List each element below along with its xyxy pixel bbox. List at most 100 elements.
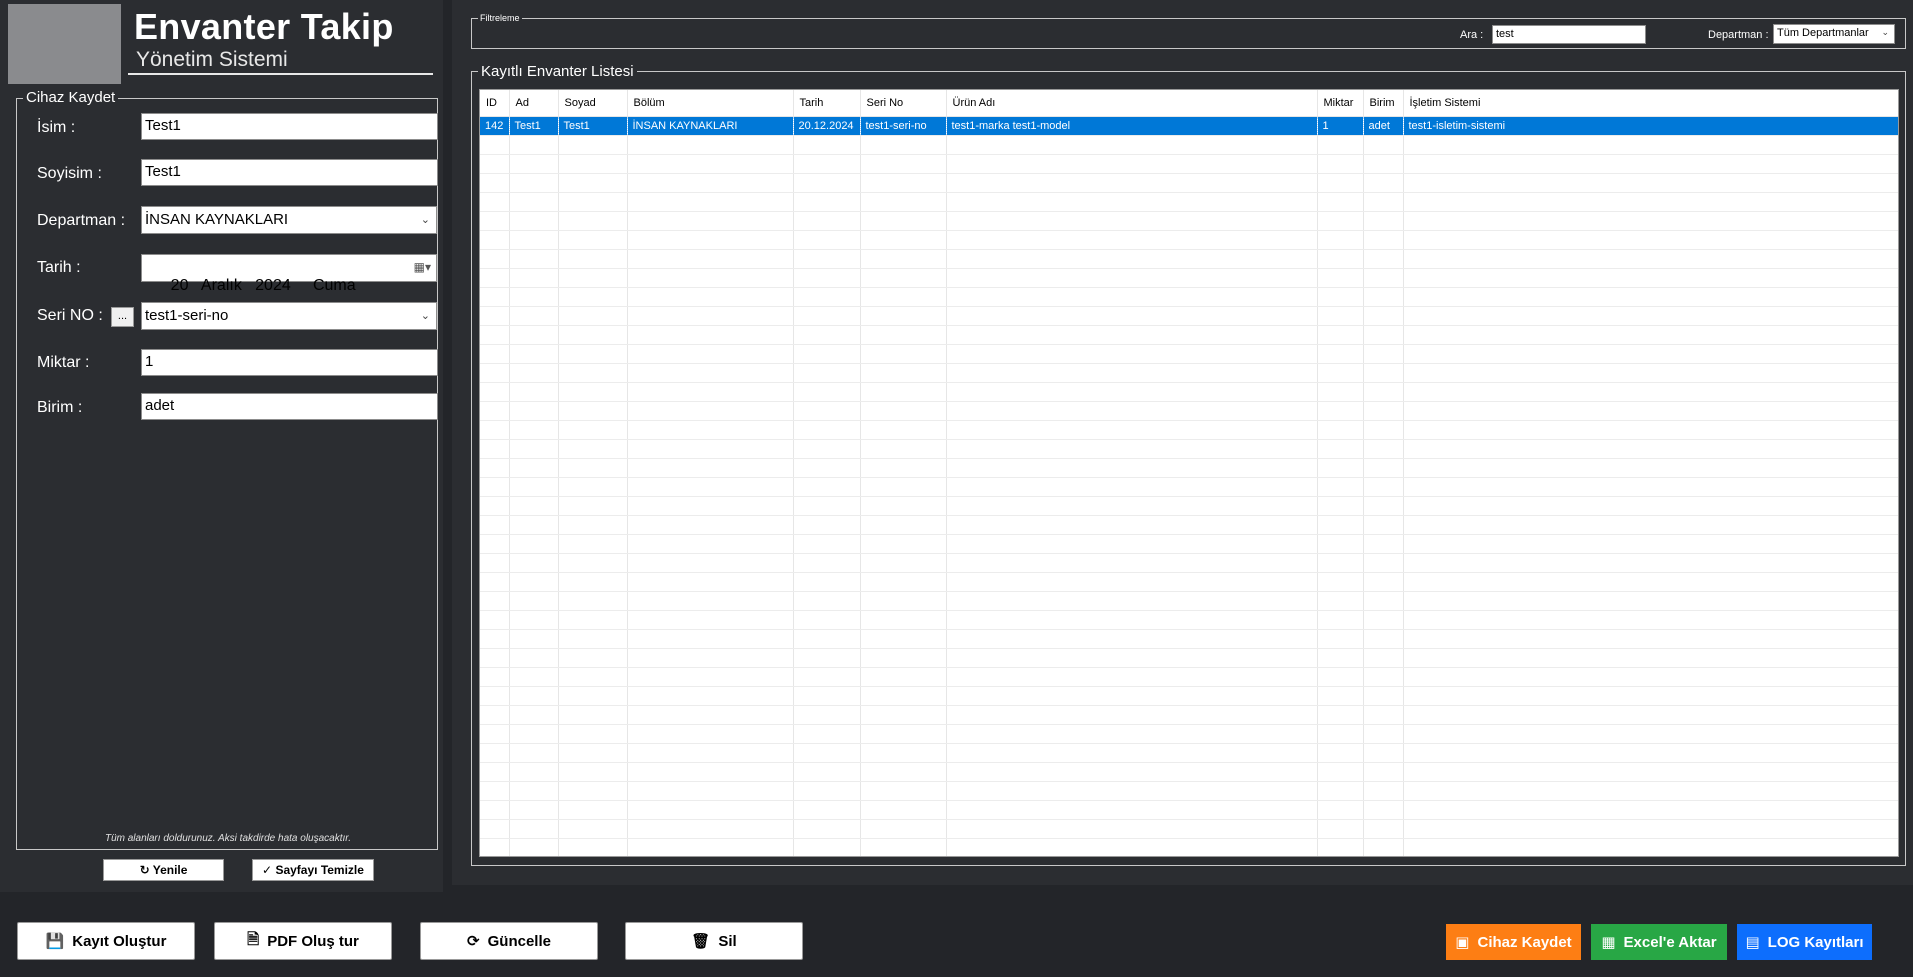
empty-cell xyxy=(480,325,510,345)
empty-cell xyxy=(558,230,628,250)
empty-cell xyxy=(558,135,628,155)
empty-cell xyxy=(480,819,510,839)
empty-cell xyxy=(860,439,947,459)
empty-cell xyxy=(480,800,510,820)
empty-cell xyxy=(1363,344,1404,364)
empty-cell xyxy=(793,610,861,630)
clear-page-button[interactable]: ✓ Sayfayı Temizle xyxy=(252,859,374,881)
empty-cell xyxy=(627,363,794,383)
empty-cell xyxy=(480,477,510,497)
empty-cell xyxy=(480,629,510,649)
empty-cell xyxy=(1403,135,1898,155)
empty-cell xyxy=(946,553,1318,573)
empty-row xyxy=(480,572,1898,592)
serial-browse-button[interactable]: ... xyxy=(111,307,134,327)
quantity-input[interactable]: 1 xyxy=(141,349,438,376)
empty-cell xyxy=(627,306,794,326)
empty-cell xyxy=(480,667,510,687)
column-header-department[interactable]: Bölüm xyxy=(627,90,794,117)
empty-cell xyxy=(1363,553,1404,573)
empty-cell xyxy=(946,800,1318,820)
empty-cell xyxy=(946,211,1318,231)
empty-cell xyxy=(480,496,510,516)
empty-cell xyxy=(1403,572,1898,592)
empty-cell xyxy=(509,838,559,856)
create-record-button[interactable]: 💾 Kayıt Oluştur xyxy=(17,922,195,960)
empty-cell xyxy=(946,591,1318,611)
refresh-button[interactable]: ↻ Yenile xyxy=(103,859,224,881)
unit-input[interactable]: adet xyxy=(141,393,438,420)
empty-row xyxy=(480,344,1898,364)
delete-button[interactable]: 🗑 Sil xyxy=(625,922,803,960)
empty-cell xyxy=(1363,249,1404,269)
name-label: İsim : xyxy=(37,119,76,136)
serial-select[interactable]: test1-seri-no ⌄ xyxy=(141,302,437,330)
empty-cell xyxy=(946,135,1318,155)
empty-cell xyxy=(1363,230,1404,250)
empty-cell xyxy=(627,724,794,744)
inventory-table: ID Ad Soyad Bölüm Tarih Seri No Ürün Adı… xyxy=(480,90,1898,856)
empty-cell xyxy=(627,268,794,288)
empty-cell xyxy=(1317,762,1364,782)
column-header-product[interactable]: Ürün Adı xyxy=(946,90,1318,117)
department-select[interactable]: İNSAN KAYNAKLARI ⌄ xyxy=(141,206,437,234)
empty-cell xyxy=(860,192,947,212)
empty-cell xyxy=(627,249,794,269)
update-button[interactable]: ⟳ Güncelle xyxy=(420,922,598,960)
surname-input[interactable]: Test1 xyxy=(141,159,438,186)
save-device-button[interactable]: ▣ Cihaz Kaydet xyxy=(1446,924,1581,960)
empty-cell xyxy=(1403,781,1898,801)
serial-select-value: test1-seri-no xyxy=(145,307,229,324)
table-row[interactable]: 142 Test1 Test1 İNSAN KAYNAKLARI 20.12.2… xyxy=(480,116,1898,136)
inventory-grid[interactable]: ID Ad Soyad Bölüm Tarih Seri No Ürün Adı… xyxy=(479,89,1899,857)
create-pdf-button[interactable]: 🗎 PDF Oluş tur xyxy=(214,922,392,960)
empty-cell xyxy=(558,192,628,212)
empty-cell xyxy=(480,705,510,725)
empty-cell xyxy=(860,838,947,856)
empty-cell xyxy=(627,743,794,763)
log-records-button[interactable]: ▤ LOG Kayıtları xyxy=(1737,924,1872,960)
column-header-unit[interactable]: Birim xyxy=(1363,90,1404,117)
empty-cell xyxy=(1403,173,1898,193)
column-header-surname[interactable]: Soyad xyxy=(558,90,628,117)
name-input[interactable]: Test1 xyxy=(141,113,438,140)
empty-cell xyxy=(480,838,510,856)
filter-department-select[interactable]: Tüm Departmanlar ⌄ xyxy=(1773,24,1895,44)
empty-cell xyxy=(558,306,628,326)
empty-cell xyxy=(1363,591,1404,611)
empty-cell xyxy=(1363,515,1404,535)
empty-cell xyxy=(1363,439,1404,459)
column-header-serial[interactable]: Seri No xyxy=(860,90,947,117)
empty-cell xyxy=(509,648,559,668)
empty-cell xyxy=(860,724,947,744)
column-header-name[interactable]: Ad xyxy=(509,90,559,117)
empty-cell xyxy=(558,173,628,193)
empty-cell xyxy=(480,553,510,573)
column-header-quantity[interactable]: Miktar xyxy=(1317,90,1364,117)
empty-cell xyxy=(509,686,559,706)
empty-cell xyxy=(1403,344,1898,364)
empty-cell xyxy=(509,743,559,763)
column-header-id[interactable]: ID xyxy=(480,90,510,117)
empty-cell xyxy=(509,173,559,193)
empty-cell xyxy=(860,819,947,839)
empty-cell xyxy=(1403,553,1898,573)
empty-cell xyxy=(1363,458,1404,478)
calendar-icon[interactable]: ▦▾ xyxy=(414,260,431,274)
empty-row xyxy=(480,515,1898,535)
empty-cell xyxy=(509,382,559,402)
export-excel-button[interactable]: ▦ Excel'e Aktar xyxy=(1591,924,1727,960)
search-input[interactable]: test xyxy=(1492,25,1646,44)
empty-cell xyxy=(509,629,559,649)
empty-cell xyxy=(558,648,628,668)
cell-name: Test1 xyxy=(509,116,559,136)
empty-cell xyxy=(1363,800,1404,820)
column-header-date[interactable]: Tarih xyxy=(793,90,861,117)
date-picker[interactable]: 20 Aralık 2024 Cuma ▦▾ xyxy=(141,254,437,294)
empty-cell xyxy=(558,325,628,345)
empty-cell xyxy=(558,667,628,687)
empty-cell xyxy=(1363,268,1404,288)
empty-cell xyxy=(793,515,861,535)
column-header-os[interactable]: İşletim Sistemi xyxy=(1403,90,1898,117)
empty-cell xyxy=(860,591,947,611)
